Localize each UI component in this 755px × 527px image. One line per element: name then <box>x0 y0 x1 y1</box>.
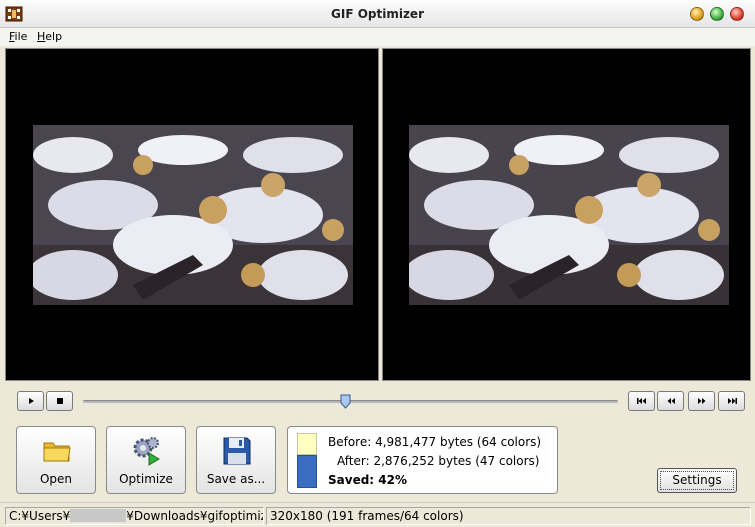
status-path-start: C:¥Users¥ <box>9 509 71 523</box>
after-size-bar <box>297 455 317 488</box>
optimized-preview-pane <box>382 48 751 381</box>
open-button-label: Open <box>39 472 73 486</box>
last-frame-icon <box>727 398 737 404</box>
stop-icon <box>56 398 63 404</box>
save-as-button[interactable]: Save as... <box>196 426 276 494</box>
title-bar: GIF Optimizer <box>0 0 755 28</box>
optimize-button[interactable]: Optimize <box>106 426 186 494</box>
before-size-bar <box>297 433 317 455</box>
saved-percent-text: Saved: 42% <box>328 473 407 487</box>
settings-button[interactable]: Settings <box>657 468 737 493</box>
play-icon <box>28 398 34 404</box>
last-frame-button[interactable] <box>718 391 745 411</box>
frame-slider-thumb[interactable] <box>340 394 351 409</box>
optimize-button-label: Optimize <box>119 472 173 486</box>
open-button[interactable]: Open <box>16 426 96 494</box>
redacted-username <box>70 509 127 522</box>
first-frame-icon <box>636 398 646 404</box>
floppy-disk-icon <box>223 437 251 465</box>
status-path-end: ¥Downloads¥gifoptimizer¥W <box>126 509 263 523</box>
menu-help[interactable]: Help <box>37 30 62 43</box>
maximize-button[interactable] <box>710 7 724 21</box>
folder-icon <box>43 442 71 462</box>
save-as-button-label: Save as... <box>206 472 266 486</box>
optimized-frame-image <box>409 125 729 305</box>
after-size-text: After: 2,876,252 bytes (47 colors) <box>337 454 540 468</box>
previous-frame-icon <box>667 398 675 404</box>
status-file-path: C:¥Users¥ ¥Downloads¥gifoptimizer¥W <box>5 507 264 525</box>
status-image-info: 320x180 (191 frames/64 colors) <box>266 507 751 525</box>
play-button[interactable] <box>17 391 44 411</box>
size-stats-panel: Before: 4,981,477 bytes (64 colors) Afte… <box>287 426 558 494</box>
original-frame-image <box>33 125 353 305</box>
next-frame-icon <box>697 398 705 404</box>
status-bar: C:¥Users¥ ¥Downloads¥gifoptimizer¥W 320x1… <box>0 502 755 527</box>
menu-file[interactable]: File <box>9 30 27 43</box>
stop-button[interactable] <box>46 391 73 411</box>
first-frame-button[interactable] <box>628 391 655 411</box>
close-button[interactable] <box>730 7 744 21</box>
window-title: GIF Optimizer <box>331 7 424 21</box>
next-frame-button[interactable] <box>688 391 715 411</box>
before-size-text: Before: 4,981,477 bytes (64 colors) <box>328 435 542 449</box>
gears-play-icon <box>133 437 160 466</box>
menu-bar: File Help <box>0 28 755 46</box>
original-preview-pane <box>5 48 379 381</box>
minimize-button[interactable] <box>690 7 704 21</box>
previous-frame-button[interactable] <box>657 391 684 411</box>
